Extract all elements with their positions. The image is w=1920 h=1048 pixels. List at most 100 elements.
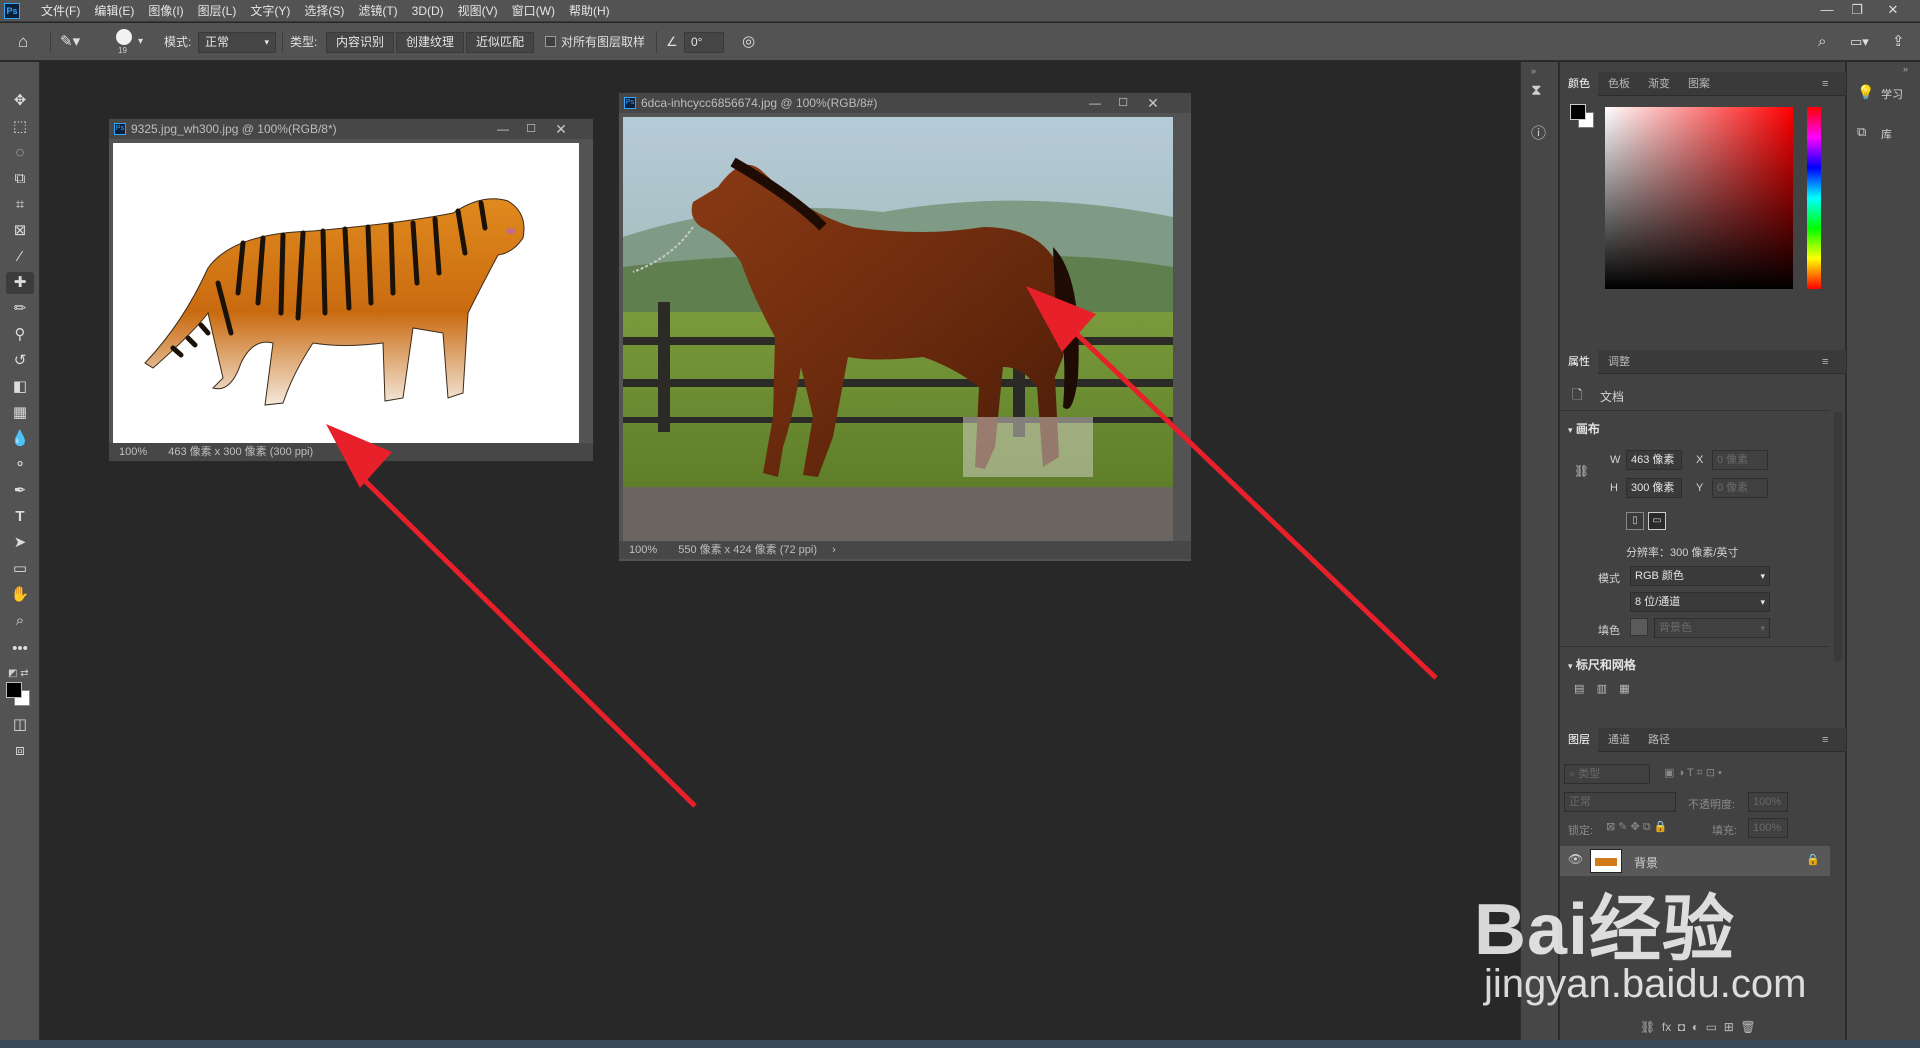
move-tool-icon[interactable]: ✥ [6, 90, 34, 112]
eraser-tool-icon[interactable]: ◧ [6, 376, 34, 398]
tab-channels[interactable]: 通道 [1600, 728, 1638, 752]
library-icon[interactable]: ⧉ [1857, 124, 1866, 140]
share-icon[interactable]: ⇪ [1892, 23, 1905, 61]
more-tools-icon[interactable]: ••• [6, 638, 34, 660]
canvas-section-header[interactable]: ▾ 画布 [1568, 420, 1600, 437]
opacity-input[interactable]: 100% [1748, 792, 1788, 812]
blur-tool-icon[interactable]: 💧 [6, 428, 34, 450]
sample-all-checkbox[interactable] [545, 36, 556, 47]
menu-image[interactable]: 图像(I) [141, 0, 190, 22]
marquee-tool-icon[interactable]: ⬚ [6, 116, 34, 138]
doc-maximize-button[interactable]: ☐ [1109, 93, 1137, 113]
properties-scrollbar[interactable] [1834, 412, 1842, 662]
panel-menu-icon[interactable]: ≡ [1822, 350, 1842, 374]
doc-close-button[interactable]: ✕ [1139, 93, 1167, 113]
type-tool-icon[interactable]: T [6, 506, 34, 528]
width-input[interactable]: 463 像素 [1626, 450, 1682, 470]
dodge-tool-icon[interactable]: ⚬ [6, 454, 34, 476]
gradient-tool-icon[interactable]: ▦ [6, 402, 34, 424]
menu-window[interactable]: 窗口(W) [505, 0, 562, 22]
healing-brush-tool-icon[interactable]: ✚ [6, 272, 34, 294]
tab-gradients[interactable]: 渐变 [1640, 72, 1678, 96]
foreground-color-swatch[interactable] [6, 682, 22, 698]
restore-button[interactable]: ❐ [1842, 0, 1872, 22]
object-select-tool-icon[interactable]: ⧉ [6, 168, 34, 190]
lock-icons[interactable]: ⊠ ✎ ✥ ⧉ 🔒 [1606, 820, 1667, 834]
doc-close-button[interactable]: ✕ [547, 119, 575, 139]
doc-minimize-button[interactable]: — [1081, 93, 1109, 113]
workspace-icon[interactable]: ▭▾ [1850, 23, 1869, 61]
path-select-tool-icon[interactable]: ➤ [6, 532, 34, 554]
menu-view[interactable]: 视图(V) [451, 0, 505, 22]
mode-select[interactable]: RGB 颜色 ▾ [1630, 566, 1770, 586]
mode-select[interactable]: 正常 ▾ [198, 32, 276, 53]
rulers-section-header[interactable]: ▾ 标尺和网格 [1568, 656, 1636, 673]
hue-slider[interactable] [1807, 107, 1821, 289]
library-label[interactable]: 库 [1881, 126, 1892, 142]
horse-image[interactable] [623, 117, 1173, 541]
tab-color[interactable]: 颜色 [1560, 72, 1598, 96]
foreground-color-chip[interactable] [1570, 104, 1586, 120]
menu-edit[interactable]: 编辑(E) [87, 0, 141, 22]
tab-patterns[interactable]: 图案 [1680, 72, 1718, 96]
home-icon[interactable]: ⌂ [18, 23, 28, 61]
collapse-icon[interactable]: » [1531, 66, 1536, 76]
crop-tool-icon[interactable]: ⌗ [6, 194, 34, 216]
panel-menu-icon[interactable]: ≡ [1822, 728, 1842, 752]
history-brush-tool-icon[interactable]: ↺ [6, 350, 34, 372]
zoom-level[interactable]: 100% [119, 446, 147, 458]
swap-colors-icon[interactable]: ◩ ⇄ [8, 668, 29, 679]
doc-minimize-button[interactable]: — [489, 119, 517, 139]
tiger-image[interactable] [113, 143, 579, 443]
screen-mode-icon[interactable]: ⧈ [6, 740, 34, 762]
frame-tool-icon[interactable]: ⊠ [6, 220, 34, 242]
eyedropper-tool-icon[interactable]: ⁄ [6, 246, 34, 268]
menu-3d[interactable]: 3D(D) [405, 0, 451, 22]
landscape-icon[interactable]: ▭ [1648, 512, 1666, 530]
layer-footer-icons[interactable]: ⛓ fx ◘ ◐ ▭ ⊞ 🗑 [1640, 1020, 1756, 1034]
portrait-icon[interactable]: ▯ [1626, 512, 1644, 530]
chevron-right-icon[interactable]: › [832, 544, 836, 556]
tab-swatches[interactable]: 色板 [1600, 72, 1638, 96]
menu-select[interactable]: 选择(S) [297, 0, 351, 22]
close-button[interactable]: ✕ [1878, 0, 1908, 22]
tab-paths[interactable]: 路径 [1640, 728, 1678, 752]
content-aware-button[interactable]: 内容识别 [326, 32, 394, 53]
color-field[interactable] [1605, 107, 1793, 289]
pen-tool-icon[interactable]: ✒ [6, 480, 34, 502]
grid-icons[interactable]: ▤ ▥ ▦ [1574, 682, 1630, 695]
eye-icon[interactable]: 👁 [1568, 852, 1583, 866]
hand-tool-icon[interactable]: ✋ [6, 584, 34, 606]
menu-type[interactable]: 文字(Y) [243, 0, 297, 22]
quick-mask-icon[interactable]: ◫ [6, 714, 34, 736]
panel-menu-icon[interactable]: ≡ [1822, 72, 1842, 96]
doc-maximize-button[interactable]: ☐ [517, 119, 545, 139]
link-icon[interactable]: ⛓ [1574, 464, 1589, 478]
menu-filter[interactable]: 滤镜(T) [351, 0, 404, 22]
minimize-button[interactable]: — [1812, 0, 1842, 22]
zoom-tool-icon[interactable]: ⌕ [6, 610, 34, 632]
pressure-icon[interactable]: ◎ [742, 23, 755, 61]
learn-icon[interactable]: 💡 [1857, 84, 1874, 101]
height-input[interactable]: 300 像素 [1626, 478, 1682, 498]
collapse-icon[interactable]: » [1903, 64, 1908, 74]
chevron-down-icon[interactable]: ▾ [138, 23, 143, 61]
x-input[interactable]: 0 像素 [1712, 450, 1768, 470]
bit-depth-select[interactable]: 8 位/通道 ▾ [1630, 592, 1770, 612]
menu-layer[interactable]: 图层(L) [191, 0, 244, 22]
blend-mode-select[interactable]: 正常 [1564, 792, 1676, 812]
layer-filter-select[interactable]: ⌕ 类型 [1564, 764, 1650, 784]
tab-layers[interactable]: 图层 [1560, 728, 1598, 752]
tab-properties[interactable]: 属性 [1560, 350, 1598, 374]
brush-preview-icon[interactable] [116, 29, 132, 45]
fill-swatch[interactable] [1630, 618, 1648, 636]
healing-brush-icon[interactable]: ✎▾ [60, 23, 80, 61]
rectangle-tool-icon[interactable]: ▭ [6, 558, 34, 580]
menu-file[interactable]: 文件(F) [34, 0, 87, 22]
proximity-match-button[interactable]: 近似匹配 [466, 32, 534, 53]
y-input[interactable]: 0 像素 [1712, 478, 1768, 498]
fill-opacity-input[interactable]: 100% [1748, 818, 1788, 838]
search-icon[interactable]: ⌕ [1818, 23, 1826, 61]
angle-input[interactable]: 0° [684, 32, 724, 53]
layer-filter-icons[interactable]: ▣ ◑ T ⌗ ⊡ • [1664, 766, 1722, 780]
